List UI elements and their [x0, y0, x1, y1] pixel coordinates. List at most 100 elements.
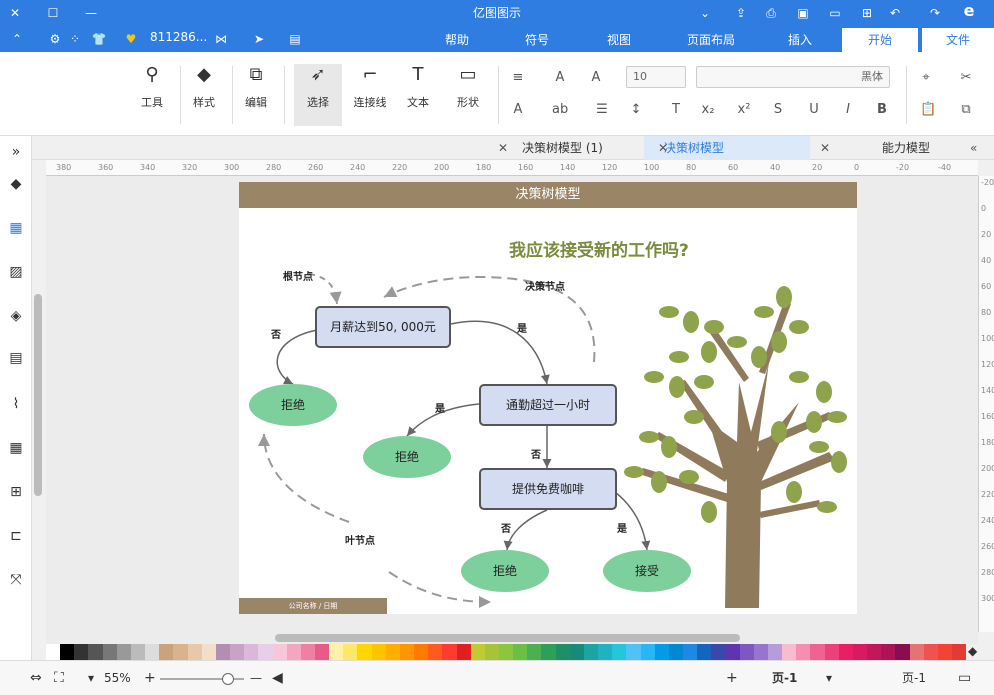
connector-button[interactable]: ⌐ 连接线 [348, 64, 392, 110]
style-button[interactable]: ◆ 样式 [182, 64, 226, 110]
apps-icon[interactable]: ⁘ [66, 30, 84, 48]
format-painter-icon[interactable]: ⌖ [918, 70, 934, 86]
line-spacing-icon[interactable]: ↕ [628, 102, 644, 118]
color-swatch[interactable] [711, 644, 726, 660]
color-swatch[interactable] [668, 644, 684, 660]
tab-close-icon[interactable]: ✕ [498, 136, 508, 160]
color-swatch[interactable] [640, 644, 655, 660]
more-icon[interactable]: ⌄ [696, 4, 714, 22]
color-swatch[interactable] [116, 644, 131, 660]
menu-page-layout[interactable]: 页面布局 [676, 28, 746, 52]
color-swatch[interactable] [442, 644, 457, 660]
color-swatch[interactable] [824, 644, 839, 660]
close-window-icon[interactable]: — [82, 4, 100, 22]
new-icon[interactable]: ⊞ [858, 4, 876, 22]
color-swatch[interactable] [215, 644, 231, 660]
color-swatch[interactable] [598, 644, 613, 660]
italic-icon[interactable]: I [840, 102, 856, 118]
color-swatch[interactable] [767, 644, 783, 660]
color-swatch[interactable] [654, 644, 669, 660]
color-swatch[interactable] [697, 644, 712, 660]
redo-icon[interactable]: ↷ [926, 4, 944, 22]
color-swatch[interactable] [881, 644, 896, 660]
subscript-icon[interactable]: x₂ [700, 102, 716, 118]
fit-icon[interactable]: ⤧ [6, 570, 26, 590]
font-family-select[interactable]: 黑体 [696, 66, 890, 88]
menu-help[interactable]: 帮助 [432, 28, 482, 52]
menu-symbols[interactable]: 符号 [512, 28, 562, 52]
menu-insert[interactable]: 插入 [770, 28, 830, 52]
superscript-icon[interactable]: x² [736, 102, 752, 118]
org-icon[interactable]: ⊞ [6, 482, 26, 502]
export-icon[interactable]: ⇪ [732, 4, 750, 22]
color-swatch[interactable] [456, 644, 471, 660]
color-palette[interactable] [46, 644, 967, 660]
zoom-in-icon[interactable]: — [250, 670, 262, 686]
tab-decision-tree-1[interactable]: 决策树模型 (1) [502, 136, 638, 160]
underline-icon[interactable]: U [806, 102, 822, 118]
bold-icon[interactable]: B [874, 102, 890, 118]
text-style-icon[interactable]: T [668, 102, 684, 118]
bullet-list-icon[interactable]: ☰ [594, 102, 610, 118]
node-reject-3[interactable]: 拒绝 [461, 550, 549, 592]
cut-icon[interactable]: ✂ [958, 70, 974, 86]
horizontal-scroll-thumb[interactable] [275, 634, 740, 642]
fit-width-icon[interactable]: ⇔ [30, 670, 42, 686]
color-swatch[interactable] [810, 644, 825, 660]
color-swatch[interactable] [173, 644, 188, 660]
font-size-select[interactable]: 10 [626, 66, 686, 88]
comment-icon[interactable]: ▤ [286, 30, 304, 48]
shape-button[interactable]: ▭ 形状 [446, 64, 490, 110]
play-icon[interactable]: ◀ [272, 670, 283, 686]
color-swatch[interactable] [796, 644, 811, 660]
color-swatch[interactable] [201, 644, 216, 660]
strikethrough-icon[interactable]: S [770, 102, 786, 118]
text-button[interactable]: T 文本 [396, 64, 440, 110]
color-swatch[interactable] [159, 644, 174, 660]
zoom-dropdown-icon[interactable]: ▾ [88, 670, 94, 686]
zoom-level[interactable]: 55% [104, 670, 131, 686]
shapes-panel-icon[interactable]: ▦ [6, 218, 26, 238]
node-salary[interactable]: 月薪达到50, 000元 [315, 306, 451, 348]
decrease-font-icon[interactable]: A [552, 70, 568, 86]
color-swatch[interactable] [286, 644, 301, 660]
color-swatch[interactable] [357, 644, 372, 660]
color-swatch[interactable] [683, 644, 698, 660]
node-commute[interactable]: 通勤超过一小时 [479, 384, 617, 426]
zoom-slider-handle[interactable] [222, 673, 234, 685]
select-button[interactable]: ➶ 选择 [294, 64, 342, 126]
print-icon[interactable]: ⎙ [762, 4, 780, 22]
color-swatch[interactable] [470, 644, 485, 660]
copy-icon[interactable]: ⧉ [958, 102, 974, 118]
align-icon[interactable]: ⊏ [6, 526, 26, 546]
open-icon[interactable]: ▭ [826, 4, 844, 22]
color-swatch[interactable] [838, 644, 853, 660]
table-icon[interactable]: ▦ [6, 438, 26, 458]
maximize-icon[interactable]: ☐ [44, 4, 62, 22]
color-swatch[interactable] [569, 644, 584, 660]
color-swatch[interactable] [923, 644, 938, 660]
horizontal-scrollbar[interactable] [46, 632, 978, 644]
minimize-icon[interactable]: ✕ [6, 4, 24, 22]
color-swatch[interactable] [145, 644, 160, 660]
color-swatch[interactable] [541, 644, 556, 660]
expand-icon[interactable]: » [6, 142, 26, 162]
zoom-out-icon[interactable]: + [144, 670, 156, 686]
collapse-ribbon-icon[interactable]: ⌃ [8, 30, 26, 48]
color-swatch[interactable] [583, 644, 599, 660]
increase-font-icon[interactable]: A [588, 70, 604, 86]
color-swatch[interactable] [428, 644, 443, 660]
color-swatch[interactable] [130, 644, 146, 660]
color-swatch[interactable] [244, 644, 259, 660]
tools-button[interactable]: ⚲ 工具 [130, 64, 174, 110]
menu-file[interactable]: 文件 [922, 28, 994, 52]
settings-icon[interactable]: ⚙ [46, 30, 64, 48]
paste-icon[interactable]: 📋 [920, 102, 936, 118]
tab-ability-model[interactable]: 能力模型 [862, 136, 962, 160]
color-swatch[interactable] [499, 644, 514, 660]
color-swatch[interactable] [739, 644, 754, 660]
color-swatch[interactable] [88, 644, 103, 660]
align-dropdown-icon[interactable]: ≡ [510, 70, 526, 86]
node-reject-1[interactable]: 拒绝 [249, 384, 337, 426]
node-coffee[interactable]: 提供免费咖啡 [479, 468, 617, 510]
